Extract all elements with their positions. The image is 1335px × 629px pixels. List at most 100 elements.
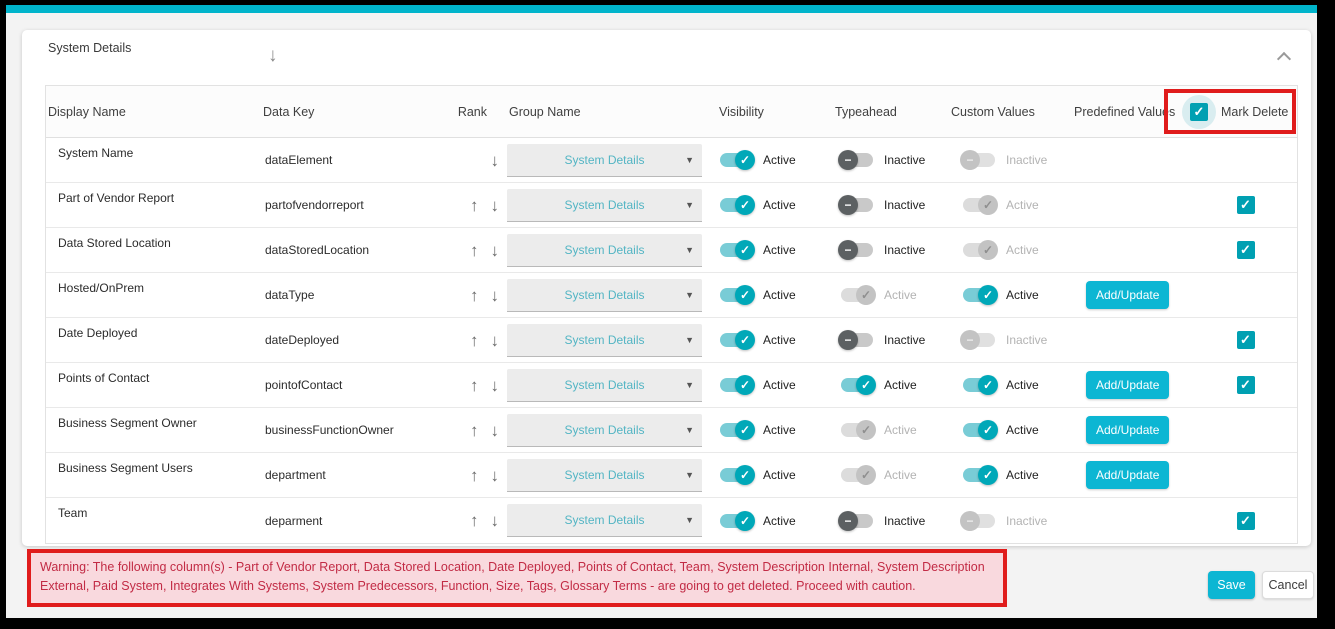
typeahead-toggle[interactable]: ✓ — [838, 375, 876, 395]
mark-delete-checkbox[interactable]: ✓ — [1237, 512, 1255, 530]
rank-down-icon[interactable]: ↓ — [491, 287, 500, 304]
rank-up-icon[interactable]: ↑ — [470, 332, 479, 349]
typeahead-toggle[interactable]: − — [838, 150, 876, 170]
rank-up-icon[interactable]: ↑ — [470, 242, 479, 259]
rank-down-icon[interactable]: ↓ — [491, 377, 500, 394]
custom-values-cell: − Inactive — [949, 150, 1072, 170]
rank-down-icon[interactable]: ↓ — [491, 467, 500, 484]
table-row: Date Deployed dateDeployed ↑ ↓ System De… — [46, 318, 1297, 363]
group-name-select[interactable]: System Details ▼ — [507, 279, 702, 312]
custom-values-toggle: − — [960, 511, 998, 531]
collapse-chevron-up-icon[interactable] — [1277, 52, 1291, 66]
mark-delete-checkbox[interactable]: ✓ — [1237, 196, 1255, 214]
toggle-state-icon: − — [844, 154, 851, 166]
group-name-select[interactable]: System Details ▼ — [507, 144, 702, 177]
display-name-cell: Date Deployed — [46, 318, 261, 340]
display-name-cell: Data Stored Location — [46, 228, 261, 250]
rank-down-icon[interactable]: ↓ — [491, 242, 500, 259]
typeahead-toggle[interactable]: − — [838, 511, 876, 531]
typeahead-label: Active — [884, 423, 917, 437]
group-name-select[interactable]: System Details ▼ — [507, 324, 702, 357]
rank-down-icon[interactable]: ↓ — [491, 512, 500, 529]
rank-up-icon[interactable]: ↑ — [470, 287, 479, 304]
custom-values-toggle[interactable]: ✓ — [960, 465, 998, 485]
mark-delete-cell: ✓ — [1194, 196, 1297, 214]
caret-down-icon: ▼ — [685, 335, 694, 345]
rank-up-icon[interactable]: ↑ — [470, 377, 479, 394]
custom-values-toggle[interactable]: ✓ — [960, 375, 998, 395]
cancel-button[interactable]: Cancel — [1262, 571, 1314, 599]
save-button[interactable]: Save — [1208, 571, 1255, 599]
predefined-values-cell: Add/Update — [1072, 371, 1194, 399]
visibility-toggle[interactable]: ✓ — [717, 420, 755, 440]
rank-cell: ↑ ↓ — [445, 332, 507, 349]
data-key: pointofContact — [265, 378, 342, 392]
custom-values-cell: ✓ Active — [949, 285, 1072, 305]
mark-delete-checkbox[interactable]: ✓ — [1237, 241, 1255, 259]
group-name-select[interactable]: System Details ▼ — [507, 459, 702, 492]
visibility-toggle[interactable]: ✓ — [717, 285, 755, 305]
visibility-cell: ✓ Active — [717, 330, 833, 350]
add-update-button[interactable]: Add/Update — [1086, 416, 1169, 444]
rank-up-icon[interactable]: ↑ — [470, 197, 479, 214]
display-name: Part of Vendor Report — [58, 191, 174, 205]
visibility-toggle[interactable]: ✓ — [717, 240, 755, 260]
group-name-cell: System Details ▼ — [507, 189, 717, 222]
display-name-cell: Business Segment Users — [46, 453, 261, 475]
rank-down-icon[interactable]: ↓ — [491, 152, 500, 169]
typeahead-cell: − Inactive — [833, 150, 949, 170]
data-key-cell: partofvendorreport — [261, 198, 445, 212]
custom-values-toggle[interactable]: ✓ — [960, 285, 998, 305]
display-name: Business Segment Owner — [58, 416, 197, 430]
custom-values-cell: − Inactive — [949, 330, 1072, 350]
mark-delete-all-checkbox[interactable]: ✓ — [1190, 103, 1208, 121]
group-name-select[interactable]: System Details ▼ — [507, 504, 702, 537]
typeahead-toggle[interactable]: − — [838, 330, 876, 350]
group-name-select[interactable]: System Details ▼ — [507, 234, 702, 267]
visibility-label: Active — [763, 198, 796, 212]
visibility-toggle[interactable]: ✓ — [717, 465, 755, 485]
typeahead-label: Active — [884, 288, 917, 302]
data-key: dataType — [265, 288, 314, 302]
add-update-button[interactable]: Add/Update — [1086, 281, 1169, 309]
group-name-select[interactable]: System Details ▼ — [507, 189, 702, 222]
group-name-select[interactable]: System Details ▼ — [507, 414, 702, 447]
mark-delete-cell: ✓ — [1194, 376, 1297, 394]
rank-down-icon[interactable]: ↓ — [491, 332, 500, 349]
add-update-button[interactable]: Add/Update — [1086, 371, 1169, 399]
panel-title: System Details — [48, 41, 131, 55]
rank-up-icon[interactable]: ↑ — [470, 467, 479, 484]
toggle-state-icon: ✓ — [740, 289, 750, 301]
data-key-cell: dataElement — [261, 153, 445, 167]
toggle-state-icon: − — [966, 515, 973, 527]
table-row: Points of Contact pointofContact ↑ ↓ Sys… — [46, 363, 1297, 408]
display-name: Data Stored Location — [58, 236, 171, 250]
visibility-toggle[interactable]: ✓ — [717, 375, 755, 395]
visibility-toggle[interactable]: ✓ — [717, 330, 755, 350]
visibility-toggle[interactable]: ✓ — [717, 150, 755, 170]
typeahead-toggle: ✓ — [838, 465, 876, 485]
mark-delete-checkbox[interactable]: ✓ — [1237, 376, 1255, 394]
system-details-panel: System Details ↓ Display Name Data Key R… — [22, 30, 1311, 546]
mark-delete-checkbox[interactable]: ✓ — [1237, 331, 1255, 349]
typeahead-toggle[interactable]: − — [838, 240, 876, 260]
group-name-select[interactable]: System Details ▼ — [507, 369, 702, 402]
visibility-toggle[interactable]: ✓ — [717, 195, 755, 215]
rank-up-icon[interactable]: ↑ — [470, 512, 479, 529]
rank-down-icon[interactable]: ↓ — [491, 197, 500, 214]
group-name-value: System Details — [564, 288, 644, 302]
display-name-cell: Business Segment Owner — [46, 408, 261, 430]
toggle-state-icon: ✓ — [740, 469, 750, 481]
custom-values-cell: ✓ Active — [949, 465, 1072, 485]
typeahead-toggle[interactable]: − — [838, 195, 876, 215]
group-name-cell: System Details ▼ — [507, 234, 717, 267]
add-update-button[interactable]: Add/Update — [1086, 461, 1169, 489]
caret-down-icon: ▼ — [685, 380, 694, 390]
rank-down-icon[interactable]: ↓ — [491, 422, 500, 439]
group-name-cell: System Details ▼ — [507, 324, 717, 357]
rank-up-icon[interactable]: ↑ — [470, 422, 479, 439]
toggle-state-icon: − — [844, 199, 851, 211]
visibility-toggle[interactable]: ✓ — [717, 511, 755, 531]
custom-values-toggle[interactable]: ✓ — [960, 420, 998, 440]
panel-move-down-icon[interactable]: ↓ — [268, 46, 278, 65]
